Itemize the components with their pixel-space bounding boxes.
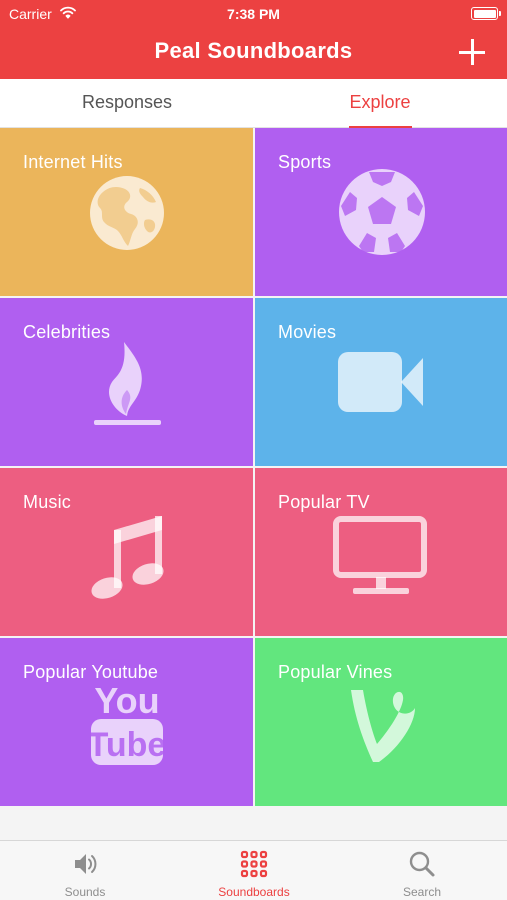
- tile-movies[interactable]: Movies: [255, 298, 507, 466]
- search-icon: [409, 851, 435, 877]
- tab-sounds[interactable]: Sounds: [25, 841, 145, 900]
- soccer-ball-icon: [339, 169, 425, 255]
- tab-label: Search: [402, 885, 442, 899]
- tile-popular-vines[interactable]: Popular Vines: [255, 638, 507, 806]
- tile-music[interactable]: Music: [0, 468, 253, 636]
- tab-search[interactable]: Search: [362, 841, 482, 900]
- page-title: Peal Soundboards: [154, 38, 353, 63]
- flame-icon: [94, 342, 161, 425]
- add-button[interactable]: [457, 37, 487, 67]
- tab-responses[interactable]: Responses: [47, 79, 207, 128]
- tab-label: Soundboards: [218, 885, 290, 899]
- video-camera-icon: [338, 352, 423, 412]
- tab-explore[interactable]: Explore: [300, 79, 460, 128]
- youtube-logo-bottom: Tube: [88, 726, 167, 764]
- tv-icon: [333, 516, 427, 594]
- segmented-control: Responses Explore: [0, 79, 507, 128]
- tile-popular-tv[interactable]: Popular TV: [255, 468, 507, 636]
- tab-bar: Sounds Soundboards Search: [0, 840, 507, 900]
- status-time: 7:38 PM: [227, 6, 280, 22]
- globe-icon: [90, 176, 164, 250]
- tile-internet-hits[interactable]: Internet Hits: [0, 128, 253, 296]
- battery-icon: [471, 7, 501, 20]
- grid-icon: [240, 850, 268, 878]
- youtube-logo-top: You: [94, 680, 159, 721]
- soundboard-grid: Internet Hits Sports Celebrities Movies …: [0, 128, 507, 806]
- tab-label: Sounds: [64, 885, 106, 899]
- app-header: Carrier 7:38 PM Peal Soundboards: [0, 0, 507, 79]
- tab-explore-label: Explore: [349, 92, 411, 112]
- music-note-icon: [91, 516, 164, 599]
- tab-soundboards[interactable]: Soundboards: [194, 841, 314, 900]
- status-bar: Carrier 7:38 PM: [0, 0, 507, 28]
- tile-sports[interactable]: Sports: [255, 128, 507, 296]
- vine-icon: [351, 690, 415, 762]
- tile-celebrities[interactable]: Celebrities: [0, 298, 253, 466]
- tile-popular-youtube[interactable]: Popular Youtube You Tube: [0, 638, 253, 806]
- youtube-icon: You Tube: [88, 680, 167, 765]
- speaker-icon: [75, 854, 97, 874]
